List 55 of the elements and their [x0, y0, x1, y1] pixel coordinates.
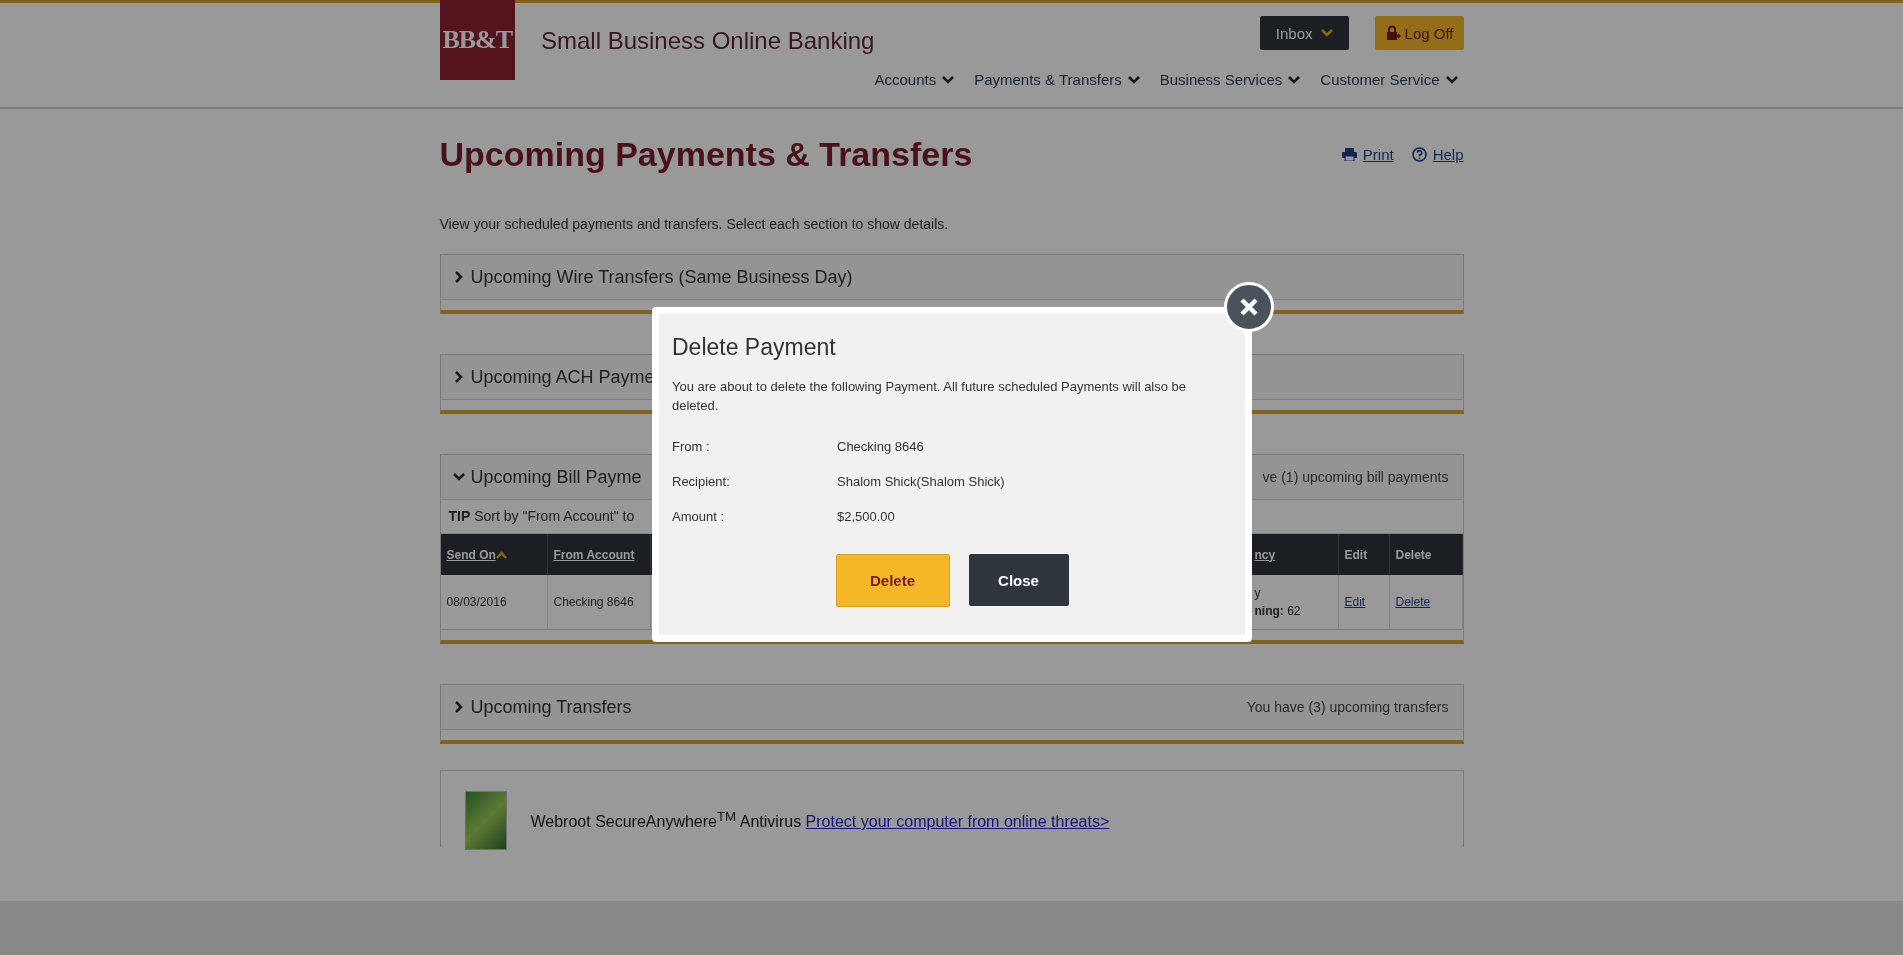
delete-link[interactable]: Delete	[1395, 595, 1462, 609]
help-link[interactable]: Help	[1411, 146, 1464, 163]
section-title: Upcoming ACH Payme	[470, 366, 655, 388]
delete-button[interactable]: Delete	[835, 554, 950, 607]
close-button[interactable]: Close	[968, 554, 1069, 606]
column-header[interactable]: Send On	[440, 534, 548, 575]
inbox-button[interactable]: Inbox	[1259, 16, 1349, 50]
ad-link[interactable]: Protect your computer from online threats>	[805, 813, 1110, 831]
table-cell: ning: 62	[1254, 604, 1301, 618]
column-header: Edit	[1338, 534, 1390, 575]
lock-icon	[1384, 25, 1401, 41]
field-label: Recipient:	[672, 474, 731, 489]
nav-menu-item[interactable]: Payments & Transfers	[974, 71, 1140, 88]
printer-icon	[1341, 148, 1357, 161]
field-label: Amount :	[672, 509, 726, 524]
help-icon	[1411, 147, 1427, 162]
dialog-title: Delete Payment	[672, 334, 837, 361]
table-cell: y	[1254, 586, 1261, 600]
section-header[interactable]: Upcoming Wire Transfers (Same Business Day)	[440, 255, 1463, 300]
log-off-button[interactable]: Log Off	[1374, 16, 1464, 50]
column-header[interactable]: From Account	[547, 534, 651, 575]
chevron-right-icon	[452, 271, 465, 283]
nav-menu-item[interactable]: Accounts	[874, 71, 955, 88]
print-link[interactable]: Print	[1341, 146, 1394, 163]
chevron-down-icon	[452, 471, 465, 483]
section-summary: ve (1) upcoming bill payments	[1262, 469, 1449, 485]
chevron-right-icon	[452, 371, 465, 383]
ad-text: Webroot SecureAnywhere$^{TM}$ Antivirus Protect your computer from online threats>	[530, 809, 1110, 832]
chevron-down-icon	[1320, 27, 1333, 39]
field-value: Shalom Shick(Shalom Shick)	[837, 474, 1005, 489]
product-box-drawing	[464, 791, 507, 850]
bank-logo[interactable]: BB&T	[439, 0, 515, 80]
table-cell: Checking 8646	[547, 575, 651, 630]
nav-menu-item[interactable]: Customer Service	[1320, 71, 1458, 88]
field-value: $2,500.00	[837, 509, 895, 524]
chevron-down-icon	[942, 73, 955, 86]
section-title: Upcoming Bill Payme	[470, 466, 642, 488]
intro-text: View your scheduled payments and transfers. Select each section to show details.	[439, 216, 950, 232]
section-title: Upcoming Transfers	[470, 696, 632, 718]
site-title: Small Business Online Banking	[540, 27, 875, 56]
chevron-down-icon	[1445, 73, 1458, 86]
chevron-right-icon	[452, 701, 465, 713]
field-value: Checking 8646	[837, 439, 924, 454]
field-label: From :	[672, 439, 711, 454]
chevron-down-icon	[1127, 73, 1140, 86]
column-header: Delete	[1389, 534, 1463, 575]
section-summary: You have (3) upcoming transfers	[1246, 699, 1449, 715]
chevron-down-icon	[1288, 73, 1301, 86]
table-cell: 08/03/2016	[440, 575, 548, 630]
section-header[interactable]: Upcoming Transfers You have (3) upcoming transfers	[440, 685, 1463, 730]
page-title: Upcoming Payments & Transfers	[439, 135, 973, 174]
edit-link[interactable]: Edit	[1344, 595, 1389, 609]
dialog-message: You are about to delete the following Payment. All future scheduled Payments will also be deleted.	[672, 378, 1188, 415]
nav-menu-item[interactable]: Business Services	[1159, 71, 1301, 88]
section-title: Upcoming Wire Transfers (Same Business Day)	[470, 266, 853, 288]
